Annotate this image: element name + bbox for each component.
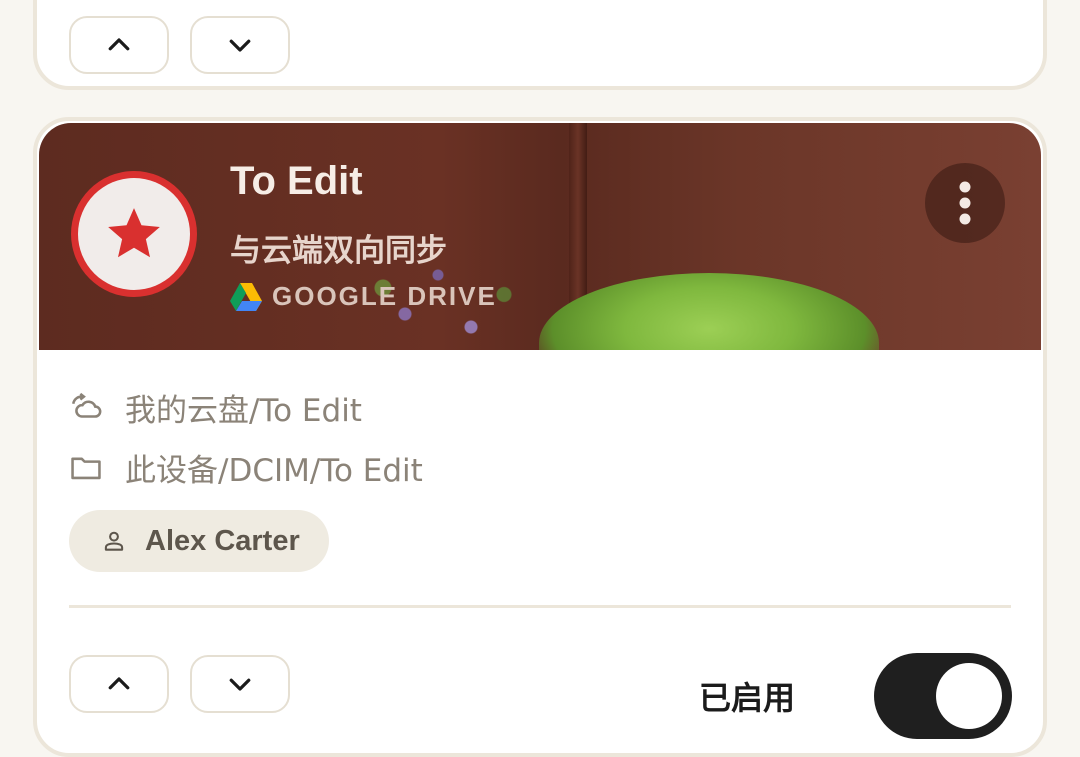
previous-sync-card <box>33 0 1047 90</box>
enable-toggle[interactable] <box>874 653 1012 739</box>
folder-avatar <box>71 171 197 297</box>
move-down-button[interactable] <box>190 655 290 713</box>
cloud-path-row: 我的云盘/To Edit <box>69 385 362 430</box>
more-vert-icon <box>959 181 971 225</box>
cloud-path-text: 我的云盘/To Edit <box>125 393 362 429</box>
toggle-knob <box>936 663 1002 729</box>
account-name: Alex Carter <box>145 524 300 557</box>
card-banner: To Edit 与云端双向同步 GOOGLE DRIVE <box>39 123 1041 350</box>
local-path-row: 此设备/DCIM/To Edit <box>69 445 423 490</box>
sync-folder-card[interactable]: To Edit 与云端双向同步 GOOGLE DRIVE 我的云盘/To Edi… <box>33 117 1047 757</box>
move-up-button[interactable] <box>69 16 169 74</box>
person-icon <box>104 531 124 551</box>
card-divider <box>69 605 1011 608</box>
google-drive-icon <box>230 282 262 311</box>
banner-background-bush <box>539 273 879 350</box>
move-up-button[interactable] <box>69 655 169 713</box>
enabled-label: 已启用 <box>699 679 796 717</box>
sync-mode-label: 与云端双向同步 <box>230 233 447 269</box>
account-chip[interactable]: Alex Carter <box>69 510 329 572</box>
chevron-down-icon <box>229 39 251 52</box>
more-options-button[interactable] <box>925 163 1005 243</box>
chevron-up-icon <box>108 38 130 51</box>
local-path-text: 此设备/DCIM/To Edit <box>125 453 423 489</box>
move-down-button[interactable] <box>190 16 290 74</box>
provider-name: GOOGLE DRIVE <box>272 281 497 311</box>
cloud-sync-icon <box>71 392 102 418</box>
star-icon <box>108 208 160 258</box>
chevron-down-icon <box>229 678 251 691</box>
provider-label: GOOGLE DRIVE <box>230 281 497 312</box>
folder-icon <box>71 457 101 479</box>
chevron-up-icon <box>108 677 130 690</box>
folder-title: To Edit <box>230 159 363 203</box>
